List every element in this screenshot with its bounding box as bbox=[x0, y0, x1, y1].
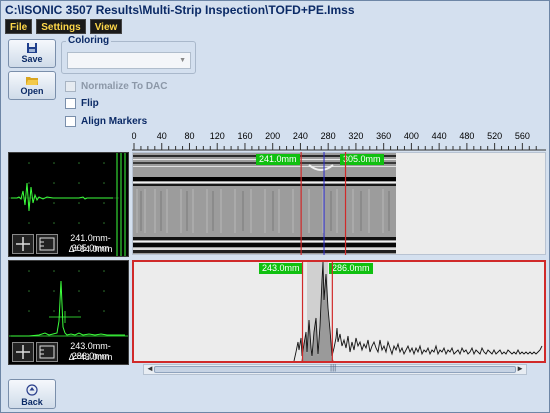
align-markers-checkbox[interactable]: Align Markers bbox=[65, 116, 147, 127]
crosshair-icon bbox=[16, 237, 30, 251]
ruler-tick-label: 360 bbox=[376, 131, 391, 141]
pe-waveform-image bbox=[293, 261, 543, 362]
tofd-delta-readout: Δ=64.0mm bbox=[68, 244, 113, 254]
ruler-tick-label: 80 bbox=[184, 131, 194, 141]
ruler-tick-label: 440 bbox=[432, 131, 447, 141]
floppy-disk-icon bbox=[27, 43, 37, 53]
save-button-label: Save bbox=[21, 54, 43, 64]
align-markers-label: Align Markers bbox=[81, 116, 148, 127]
menu-view[interactable]: View bbox=[89, 19, 123, 34]
normalize-to-dac-checkbox[interactable]: Normalize To DAC bbox=[65, 81, 168, 92]
pe-right-marker-label: 286.0mm bbox=[329, 263, 373, 274]
folder-icon bbox=[26, 77, 38, 85]
coloring-legend: Coloring bbox=[66, 35, 112, 46]
scroll-left-arrow-icon[interactable]: ◄ bbox=[146, 364, 154, 373]
tofd-b-scan-image bbox=[133, 153, 396, 254]
ruler-tick-label: 240 bbox=[293, 131, 308, 141]
crosshair-tool-button[interactable] bbox=[12, 234, 34, 254]
menu-settings[interactable]: Settings bbox=[36, 19, 86, 34]
open-button[interactable]: Open bbox=[8, 71, 56, 100]
crosshair-icon bbox=[16, 345, 30, 359]
back-arrow-icon bbox=[26, 384, 38, 396]
pe-left-marker-label: 243.0mm bbox=[259, 263, 303, 274]
checkbox-box[interactable] bbox=[65, 116, 76, 127]
checkbox-box[interactable] bbox=[65, 81, 76, 92]
horizontal-scrollbar[interactable]: ◄ ||| ► bbox=[143, 363, 527, 375]
ruler-tick-label: 0 bbox=[132, 131, 137, 141]
open-button-label: Open bbox=[20, 86, 44, 96]
ruler-tick-label: 200 bbox=[265, 131, 280, 141]
tofd-a-scan-panel: 241.0mm-305.0mm Δ=64.0mm bbox=[8, 152, 129, 257]
coloring-group: Coloring ▼ bbox=[61, 35, 196, 74]
save-button[interactable]: Save bbox=[8, 39, 56, 68]
scrollbar-grip-icon: ||| bbox=[330, 363, 337, 372]
chevron-down-icon: ▼ bbox=[179, 57, 186, 64]
pe-delta-readout: Δ=43.0mm bbox=[68, 352, 113, 362]
back-button-label: Back bbox=[21, 397, 43, 407]
checkbox-box[interactable] bbox=[65, 98, 76, 109]
flip-label: Flip bbox=[81, 98, 99, 109]
ruler-tick-label: 160 bbox=[237, 131, 252, 141]
pe-b-scan-view[interactable]: 243.0mm 286.0mm bbox=[132, 260, 546, 363]
menu-bar: File Settings View bbox=[5, 19, 123, 35]
ruler-tick-label: 320 bbox=[348, 131, 363, 141]
ruler-tick-label: 280 bbox=[321, 131, 336, 141]
ruler-tick-label: 40 bbox=[157, 131, 167, 141]
position-ruler: 0 40 80 120 160 200 240 280 320 360 400 440 480 520 56… bbox=[132, 131, 546, 151]
ruler-tick-label: 560 bbox=[515, 131, 530, 141]
crosshair-tool-button[interactable] bbox=[12, 342, 34, 362]
ruler-tick-label: 400 bbox=[404, 131, 419, 141]
flip-checkbox[interactable]: Flip bbox=[65, 98, 99, 109]
ruler-tick-label: 480 bbox=[459, 131, 474, 141]
tofd-left-marker-label: 241.0mm bbox=[256, 154, 300, 165]
normalize-to-dac-label: Normalize To DAC bbox=[81, 81, 168, 92]
ruler-tick-label: 120 bbox=[210, 131, 225, 141]
coloring-select[interactable]: ▼ bbox=[67, 52, 191, 69]
ruler-tick-label: 520 bbox=[487, 131, 502, 141]
window-title: C:\ISONIC 3507 Results\Multi-Strip Inspe… bbox=[5, 3, 355, 17]
tofd-b-scan-view[interactable]: 241.0mm 305.0mm bbox=[132, 152, 546, 255]
menu-file[interactable]: File bbox=[5, 19, 33, 34]
tofd-right-marker-label: 305.0mm bbox=[340, 154, 384, 165]
pe-a-scan-panel: 243.0mm-286.0mm Δ=43.0mm bbox=[8, 260, 129, 365]
scroll-right-arrow-icon[interactable]: ► bbox=[516, 364, 524, 373]
back-button[interactable]: Back bbox=[8, 379, 56, 409]
application-window: C:\ISONIC 3507 Results\Multi-Strip Inspe… bbox=[0, 0, 550, 413]
